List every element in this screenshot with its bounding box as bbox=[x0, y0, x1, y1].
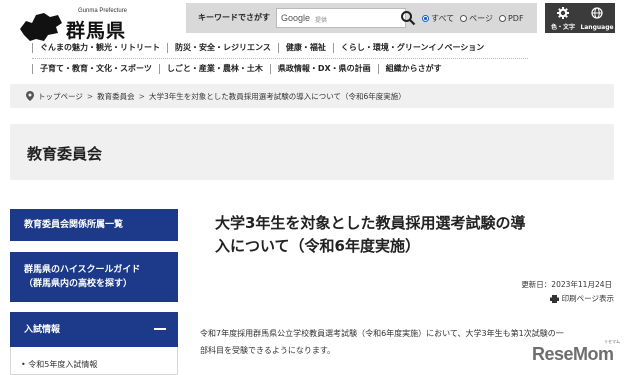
sidebar-item-highschool-guide[interactable]: 群馬県のハイスクールガイド （群馬県内の高校を探す） bbox=[10, 252, 178, 302]
search-bar: キーワードでさがす Google 提供 すべて ページ PDF bbox=[186, 3, 537, 33]
google-brand: Google bbox=[281, 13, 311, 23]
chevron-right-icon: > bbox=[138, 91, 145, 101]
sidebar-sublist: • 令和5年度入試情報 bbox=[10, 347, 178, 375]
google-provided-label: 提供 bbox=[315, 17, 328, 24]
search-label: キーワードでさがす bbox=[198, 13, 270, 22]
sidebar-item-admissions[interactable]: 入試情報 bbox=[10, 312, 178, 347]
radio-icon bbox=[460, 15, 468, 22]
search-scope-radios: すべて ページ PDF bbox=[422, 13, 524, 24]
page-title: 大学3年生を対象とした教員採用選考試験の導 入について（令和6年度実施） bbox=[215, 214, 526, 255]
nav-divider bbox=[32, 58, 528, 59]
color-text-button[interactable]: 色・文字 bbox=[545, 3, 581, 33]
section-title: 教育委員会 bbox=[27, 145, 103, 163]
print-link[interactable]: 印刷ページ表示 bbox=[549, 293, 614, 304]
nav-item-disaster[interactable]: 防災・安全・レジリエンス bbox=[167, 43, 278, 53]
breadcrumb-current: 大学3年生を対象とした教員採用選考試験の導入について（令和6年度実施） bbox=[148, 91, 406, 101]
language-label: Language bbox=[580, 24, 614, 31]
nav-item-education[interactable]: 子育て・教育・文化・スポーツ bbox=[32, 64, 159, 74]
globe-icon bbox=[591, 7, 603, 19]
color-text-label: 色・文字 bbox=[550, 24, 575, 31]
collapse-icon[interactable] bbox=[154, 328, 166, 330]
gear-icon bbox=[557, 7, 569, 19]
global-nav: ぐんまの魅力・観光・リトリート 防災・安全・レジリエンス 健康・福祉 くらし・環… bbox=[0, 38, 640, 82]
chevron-right-icon: > bbox=[86, 91, 94, 101]
resemom-watermark-sub: リセマム bbox=[604, 339, 620, 344]
sidebar-subitem[interactable]: • 令和5年度入試情報 bbox=[21, 359, 97, 370]
radio-selected-icon bbox=[422, 15, 429, 22]
language-button[interactable]: Language bbox=[579, 3, 615, 33]
sidebar-item-label: 群馬県のハイスクールガイド （群馬県内の高校を探す） bbox=[24, 265, 141, 289]
nav-item-industry[interactable]: しごと・産業・農林・土木 bbox=[158, 64, 270, 74]
breadcrumb: トップページ > 教育委員会 > 大学3年生を対象とした教員採用選考試験の導入に… bbox=[10, 84, 614, 108]
nav-item-living[interactable]: くらし・環境・グリーンイノベーション bbox=[332, 43, 491, 53]
print-label: 印刷ページ表示 bbox=[561, 294, 614, 303]
radio-pdf[interactable]: PDF bbox=[498, 13, 524, 24]
resemom-watermark: ReseMom bbox=[532, 344, 614, 364]
section-header: 教育委員会 bbox=[10, 124, 614, 180]
updated-date: 更新日：2023年11月24日 bbox=[521, 280, 612, 289]
nav-item-government[interactable]: 県政情報・DX・県の計画 bbox=[269, 64, 378, 74]
nav-item-health[interactable]: 健康・福祉 bbox=[277, 43, 333, 53]
breadcrumb-board[interactable]: 教育委員会 bbox=[97, 91, 135, 102]
sidebar-item-label: 入試情報 bbox=[24, 324, 61, 335]
search-icon[interactable] bbox=[400, 10, 416, 26]
nav-row-1: ぐんまの魅力・観光・リトリート 防災・安全・レジリエンス 健康・福祉 くらし・環… bbox=[32, 43, 491, 53]
breadcrumb-top[interactable]: トップページ bbox=[38, 91, 83, 102]
nav-item-organization[interactable]: 組織からさがす bbox=[377, 64, 449, 74]
radio-all[interactable]: すべて bbox=[422, 13, 454, 24]
sidebar-item-affiliates[interactable]: 教育委員会関係所属一覧 bbox=[10, 209, 178, 241]
search-input[interactable]: Google 提供 bbox=[276, 8, 406, 28]
sidebar-item-label: 教育委員会関係所属一覧 bbox=[24, 220, 124, 230]
printer-icon bbox=[549, 294, 559, 303]
logo-subtitle: Gunma Prefecture bbox=[78, 8, 128, 14]
radio-icon bbox=[498, 15, 506, 22]
radio-page[interactable]: ページ bbox=[460, 13, 493, 24]
nav-row-2: 子育て・教育・文化・スポーツ しごと・産業・農林・土木 県政情報・DX・県の計画… bbox=[32, 64, 449, 74]
nav-item-attractions[interactable]: ぐんまの魅力・観光・リトリート bbox=[32, 43, 167, 53]
location-pin-icon bbox=[26, 91, 34, 101]
